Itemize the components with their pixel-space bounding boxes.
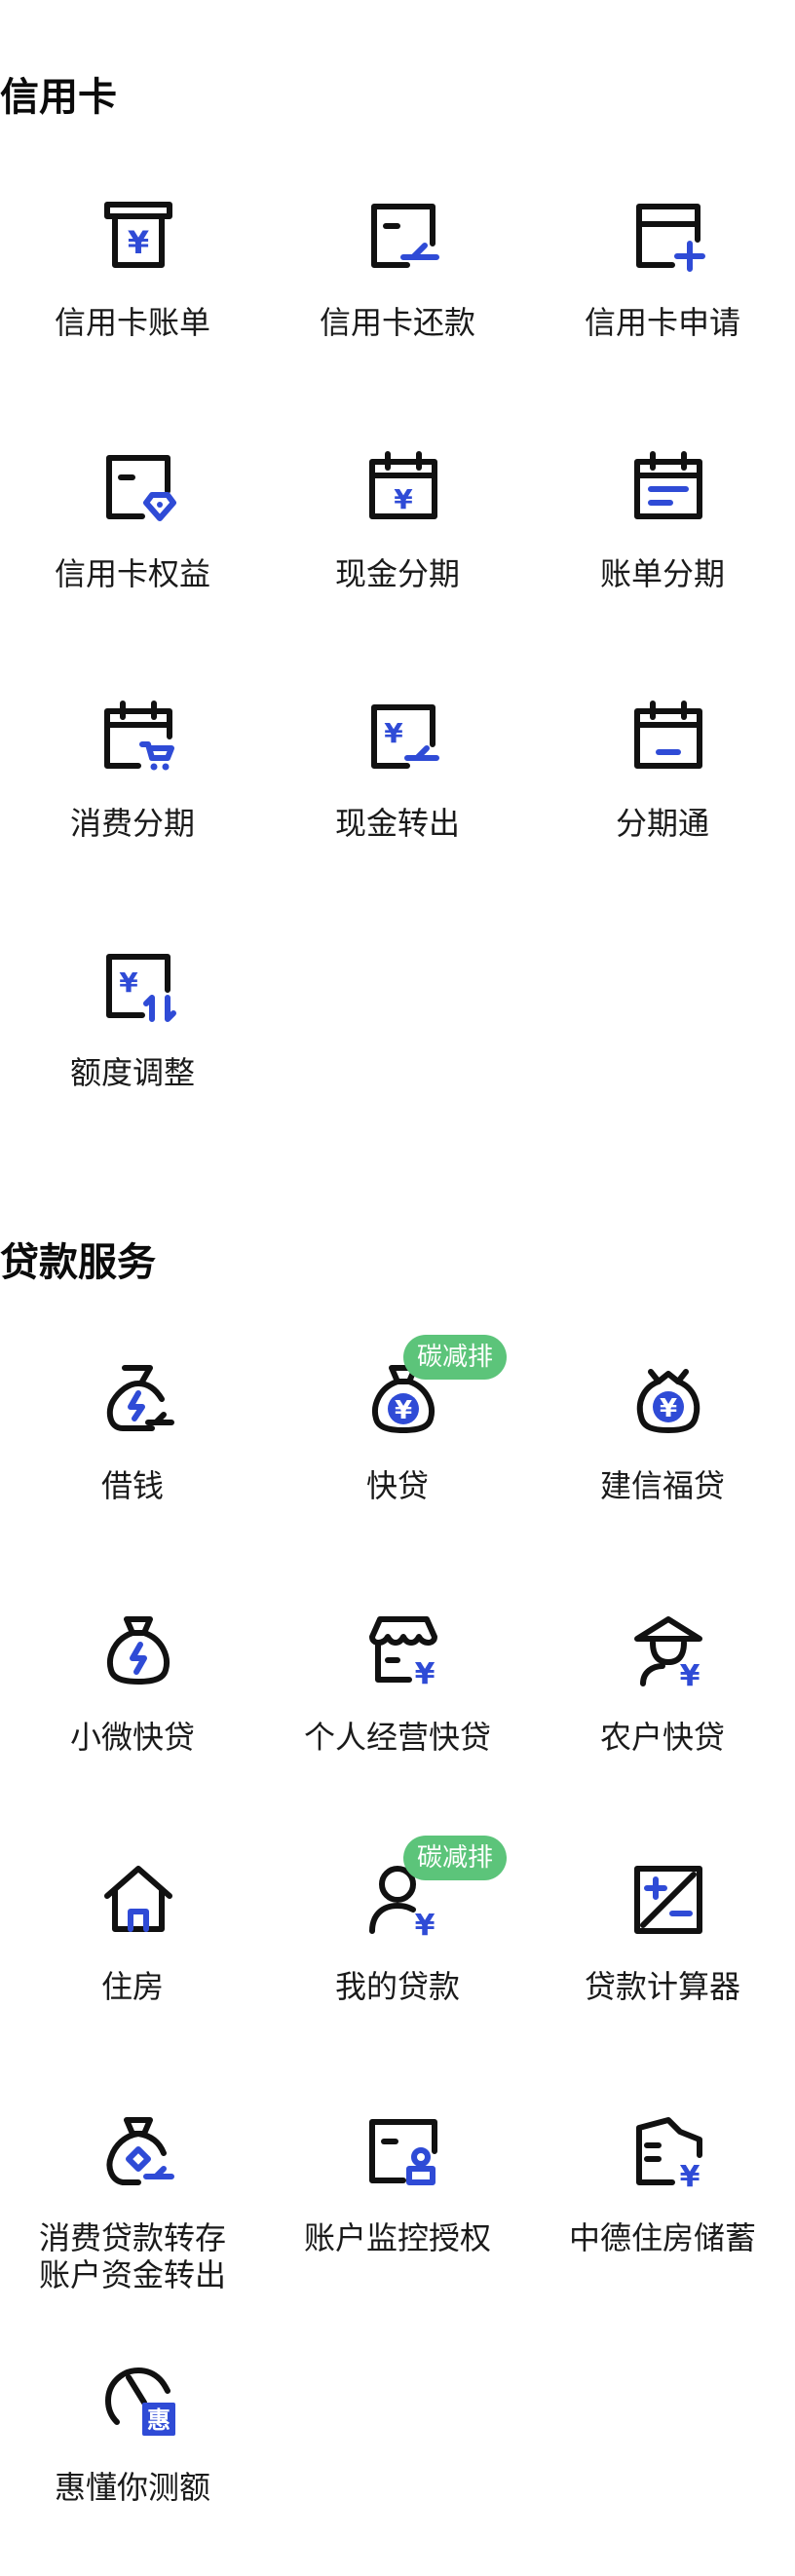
svg-text:¥: ¥ bbox=[394, 483, 413, 515]
bill-installment-icon bbox=[629, 448, 707, 526]
item-label: 惠懂你测额 bbox=[54, 2469, 210, 2506]
grid-item-credit-card-benefits[interactable]: 信用卡权益 bbox=[0, 448, 265, 663]
grid-item-borrow-money[interactable]: 借钱 bbox=[0, 1360, 265, 1574]
grid-item-limit-adjust[interactable]: ¥ 额度调整 bbox=[0, 947, 265, 1161]
item-label: 现金转出 bbox=[334, 805, 460, 842]
installment-pass-icon bbox=[629, 698, 707, 776]
grid-item-credit-assessment[interactable]: 惠 惠懂你测额 bbox=[0, 2362, 265, 2576]
business-loan-icon: ¥ bbox=[364, 1611, 442, 1689]
svg-text:¥: ¥ bbox=[415, 1657, 435, 1689]
item-label: 信用卡申请 bbox=[584, 304, 740, 341]
card-apply-icon bbox=[629, 197, 707, 275]
grid-item-cash-transfer[interactable]: ¥ 现金转出 bbox=[265, 698, 530, 912]
item-label-line2: 账户资金转出 bbox=[38, 2256, 226, 2293]
item-label: 农户快贷 bbox=[599, 1719, 725, 1756]
grid-item-cash-installment[interactable]: ¥ 现金分期 bbox=[265, 448, 530, 663]
svg-text:¥: ¥ bbox=[415, 1909, 435, 1939]
grid-item-quick-loan[interactable]: ¥ 碳减排 快贷 bbox=[265, 1335, 530, 1574]
item-label: 信用卡权益 bbox=[54, 555, 210, 592]
item-label: 信用卡账单 bbox=[54, 304, 210, 341]
grid-item-loan-calculator[interactable]: 贷款计算器 bbox=[530, 1861, 795, 2075]
grid-item-consumer-loan-transfer[interactable]: 消费贷款转存 账户资金转出 bbox=[0, 2112, 265, 2327]
item-label: 中德住房储蓄 bbox=[568, 2219, 756, 2256]
svg-text:¥: ¥ bbox=[395, 1396, 412, 1425]
micro-loan-icon bbox=[99, 1611, 177, 1689]
fortune-loan-icon: ¥ bbox=[629, 1360, 707, 1438]
grid-item-housing-savings[interactable]: ¥ 中德住房储蓄 bbox=[530, 2112, 795, 2327]
svg-text:¥: ¥ bbox=[680, 2160, 700, 2190]
grid-item-micro-loan[interactable]: 小微快贷 bbox=[0, 1611, 265, 1826]
speedometer-icon-text: 惠 bbox=[147, 2406, 170, 2434]
svg-text:¥: ¥ bbox=[128, 224, 149, 261]
card-repay-icon bbox=[364, 197, 442, 275]
item-label: 账单分期 bbox=[599, 555, 725, 592]
bill-icon: ¥ bbox=[99, 197, 177, 275]
svg-text:¥: ¥ bbox=[660, 1394, 677, 1423]
grid-item-credit-card-bill[interactable]: ¥ 信用卡账单 bbox=[0, 197, 265, 411]
item-label: 我的贷款 bbox=[334, 1968, 460, 2005]
housing-savings-icon: ¥ bbox=[629, 2112, 707, 2190]
card-benefits-icon bbox=[99, 448, 177, 526]
svg-text:¥: ¥ bbox=[680, 1659, 700, 1689]
item-label: 账户监控授权 bbox=[303, 2219, 491, 2256]
item-label: 消费贷款转存 bbox=[38, 2219, 226, 2256]
consumption-installment-icon bbox=[99, 698, 177, 776]
grid-item-bill-installment[interactable]: 账单分期 bbox=[530, 448, 795, 663]
section-title-credit-card: 信用卡 bbox=[0, 75, 117, 120]
item-label: 快贷 bbox=[365, 1467, 429, 1504]
grid-item-consumption-installment[interactable]: 消费分期 bbox=[0, 698, 265, 912]
item-label: 分期通 bbox=[615, 805, 709, 842]
grid-item-fortune-loan[interactable]: ¥ 建信福贷 bbox=[530, 1360, 795, 1574]
cash-transfer-icon: ¥ bbox=[364, 698, 442, 776]
item-label: 个人经营快贷 bbox=[303, 1719, 491, 1756]
farmer-loan-icon: ¥ bbox=[629, 1611, 707, 1689]
grid-item-business-loan[interactable]: ¥ 个人经营快贷 bbox=[265, 1611, 530, 1826]
grid-item-account-monitor[interactable]: 账户监控授权 bbox=[265, 2112, 530, 2327]
limit-adjust-icon: ¥ bbox=[99, 947, 177, 1025]
loan-calculator-icon bbox=[629, 1861, 707, 1939]
item-label: 信用卡还款 bbox=[319, 304, 475, 341]
item-label: 住房 bbox=[100, 1968, 164, 2005]
carbon-reduction-badge: 碳减排 bbox=[403, 1836, 508, 1880]
grid-item-installment-pass[interactable]: 分期通 bbox=[530, 698, 795, 912]
grid-item-my-loan[interactable]: ¥ 碳减排 我的贷款 bbox=[265, 1836, 530, 2075]
item-label: 现金分期 bbox=[334, 555, 460, 592]
borrow-money-icon bbox=[99, 1360, 177, 1438]
grid-item-farmer-loan[interactable]: ¥ 农户快贷 bbox=[530, 1611, 795, 1826]
consumer-loan-transfer-icon bbox=[99, 2112, 177, 2190]
svg-text:¥: ¥ bbox=[119, 966, 138, 999]
section-title-loan-services: 贷款服务 bbox=[0, 1240, 156, 1285]
item-label: 额度调整 bbox=[69, 1054, 195, 1091]
item-label: 消费分期 bbox=[69, 805, 195, 842]
carbon-reduction-badge: 碳减排 bbox=[403, 1335, 508, 1380]
item-label: 借钱 bbox=[100, 1467, 164, 1504]
grid-item-credit-card-repay[interactable]: 信用卡还款 bbox=[265, 197, 530, 411]
grid-item-credit-card-apply[interactable]: 信用卡申请 bbox=[530, 197, 795, 411]
speedometer-icon: 惠 bbox=[99, 2362, 177, 2440]
item-label: 建信福贷 bbox=[599, 1467, 725, 1504]
item-label: 贷款计算器 bbox=[584, 1968, 740, 2005]
item-label: 小微快贷 bbox=[69, 1719, 195, 1756]
svg-text:¥: ¥ bbox=[384, 717, 403, 749]
house-icon bbox=[99, 1861, 177, 1939]
account-monitor-icon bbox=[364, 2112, 442, 2190]
grid-item-house[interactable]: 住房 bbox=[0, 1861, 265, 2075]
cash-installment-icon: ¥ bbox=[364, 448, 442, 526]
